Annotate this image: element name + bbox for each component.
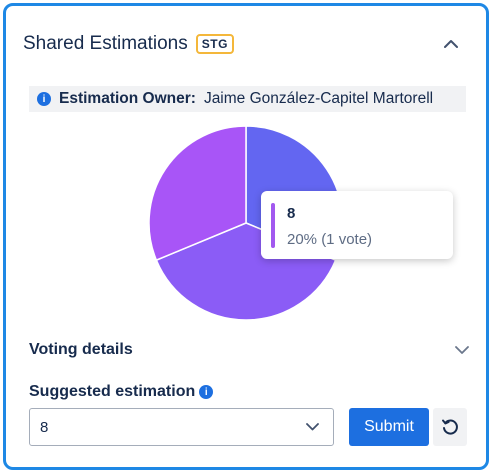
shared-estimations-panel: Shared Estimations STG i Estimation Owne… [3,3,489,470]
reset-icon [442,419,458,435]
voting-details-toggle[interactable]: Voting details [29,339,469,361]
tooltip-color-bar [271,203,275,248]
estimation-select-value: 8 [40,418,49,436]
reset-button[interactable] [433,408,467,446]
owner-name: Jaime González-Capitel Martorell [203,90,434,107]
collapse-panel-button[interactable] [442,34,460,52]
chart-tooltip: 8 20% (1 vote) [261,191,453,259]
chevron-down-icon [306,423,319,431]
panel-title: Shared Estimations STG [23,33,234,55]
voting-details-label: Voting details [29,341,133,358]
owner-label: Estimation Owner: [59,90,196,107]
submit-button[interactable]: Submit [349,408,429,446]
suggested-estimation-label: Suggested estimation i [29,383,214,401]
chevron-down-icon [455,345,469,354]
suggested-estimation-text: Suggested estimation [29,383,196,400]
estimation-owner-bar: i Estimation Owner: Jaime González-Capit… [29,86,466,112]
panel-title-text: Shared Estimations [23,33,188,54]
estimation-select[interactable]: 8 [29,408,334,446]
tooltip-label: 8 [287,205,296,222]
chevron-up-icon [444,39,458,48]
info-icon: i [37,92,51,106]
panel-header: Shared Estimations STG [6,6,486,80]
info-icon[interactable]: i [199,385,214,399]
env-badge: STG [195,34,234,54]
tooltip-value: 20% (1 vote) [287,231,373,248]
